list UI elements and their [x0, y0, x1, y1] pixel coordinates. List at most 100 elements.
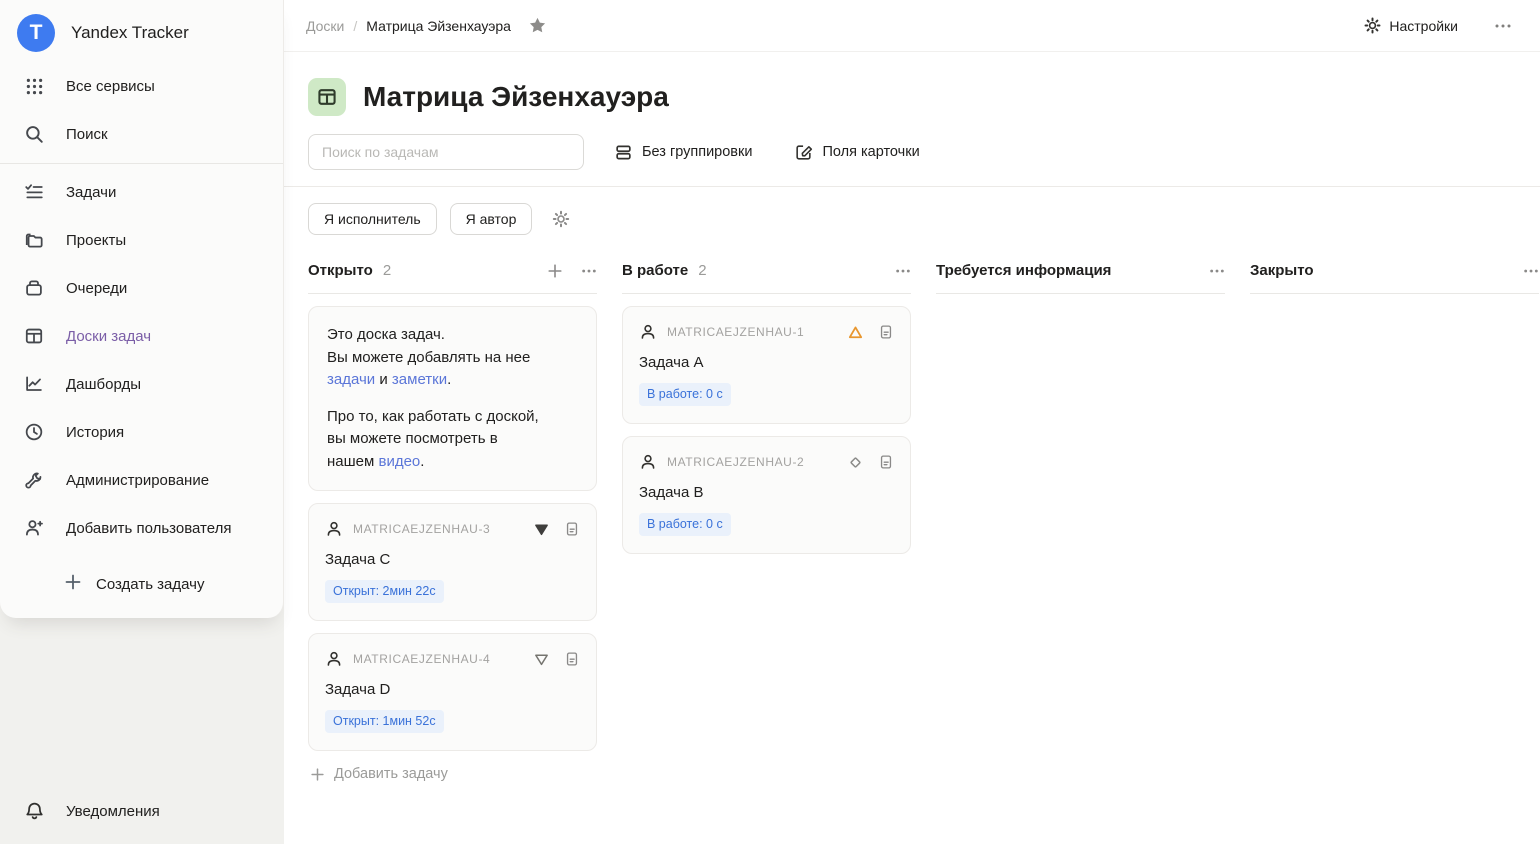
info-line: Про то, как работать с доской,: [327, 406, 578, 429]
toolbar-divider: [284, 186, 1540, 187]
critical-priority-icon: [847, 324, 864, 341]
favorite-star-icon[interactable]: [528, 16, 547, 35]
task-card[interactable]: MATRICAEJZENHAU-4: [308, 633, 597, 751]
sidebar-item-search[interactable]: Поиск: [0, 110, 283, 158]
column-closed: Закрыто: [1250, 262, 1539, 294]
sidebar-item-boards[interactable]: Доски задач: [0, 312, 283, 360]
filters-row: Я исполнитель Я автор: [308, 203, 1516, 235]
grouping-button[interactable]: Без группировки: [614, 143, 752, 162]
more-menu-icon[interactable]: [1494, 17, 1512, 35]
sidebar-panel: T Yandex Tracker Все сервисы: [0, 0, 284, 618]
history-clock-icon: [23, 422, 45, 442]
notifications-button[interactable]: Уведомления: [0, 791, 160, 831]
sidebar-item-administration[interactable]: Администрирование: [0, 456, 283, 504]
projects-icon: [23, 230, 45, 250]
sidebar-item-all-services[interactable]: Все сервисы: [0, 62, 283, 110]
task-title: Задача C: [325, 551, 580, 568]
document-icon: [878, 324, 894, 340]
task-card[interactable]: MATRICAEJZENHAU-3: [308, 503, 597, 621]
sidebar-item-label: Задачи: [66, 184, 116, 201]
task-card[interactable]: MATRICAEJZENHAU-1: [622, 306, 911, 424]
column-title: Требуется информация: [936, 262, 1111, 279]
topbar: Доски / Матрица Эйзенхауэра: [284, 0, 1540, 52]
normal-priority-icon: [847, 454, 864, 471]
grouping-rows-icon: [614, 143, 633, 162]
column-count: 2: [383, 262, 391, 279]
tasks-link[interactable]: задачи: [327, 371, 375, 388]
sidebar-item-add-user[interactable]: Добавить пользователя: [0, 504, 283, 552]
column-open: Открыто 2: [308, 262, 597, 782]
task-title: Задача A: [639, 354, 894, 371]
sidebar: T Yandex Tracker Все сервисы: [0, 0, 284, 844]
document-icon: [564, 521, 580, 537]
search-icon: [23, 124, 45, 144]
bell-icon: [23, 801, 45, 822]
filter-author-chip[interactable]: Я автор: [450, 203, 533, 235]
notifications-label: Уведомления: [66, 803, 160, 820]
dashboards-icon: [23, 374, 45, 394]
assignee-person-icon: [639, 453, 657, 471]
card-fields-label: Поля карточки: [822, 144, 919, 160]
add-task-button[interactable]: Добавить задачу: [308, 766, 597, 782]
filter-settings-gear-icon[interactable]: [552, 210, 570, 228]
add-card-plus-icon[interactable]: [547, 263, 563, 279]
assignee-person-icon: [639, 323, 657, 341]
info-text: и: [375, 371, 392, 388]
status-badge: Открыт: 2мин 22с: [325, 580, 444, 603]
minor-priority-icon: [533, 521, 550, 538]
task-search-input[interactable]: [308, 134, 584, 170]
column-more-icon[interactable]: [1523, 263, 1539, 279]
task-card[interactable]: MATRICAEJZENHAU-2: [622, 436, 911, 554]
topbar-actions: Настройки: [1364, 17, 1512, 35]
breadcrumb-boards-link[interactable]: Доски: [306, 18, 344, 34]
column-more-icon[interactable]: [895, 263, 911, 279]
breadcrumb-current: Матрица Эйзенхауэра: [366, 18, 511, 34]
breadcrumb-separator: /: [353, 18, 357, 34]
info-line: Это доска задач.: [327, 324, 578, 347]
sidebar-item-history[interactable]: История: [0, 408, 283, 456]
task-key: MATRICAEJZENHAU-1: [667, 325, 804, 339]
gear-icon: [1364, 17, 1381, 34]
filter-assignee-chip[interactable]: Я исполнитель: [308, 203, 437, 235]
task-title: Задача D: [325, 681, 580, 698]
grid-icon: [23, 77, 45, 96]
column-header: Открыто 2: [308, 262, 597, 294]
add-task-label: Добавить задачу: [334, 766, 448, 782]
sidebar-item-queues[interactable]: Очереди: [0, 264, 283, 312]
task-key: MATRICAEJZENHAU-3: [353, 522, 490, 536]
queues-icon: [23, 278, 45, 298]
video-link[interactable]: видео: [378, 453, 420, 470]
card-fields-button[interactable]: Поля карточки: [794, 143, 919, 162]
trivial-priority-icon: [533, 651, 550, 668]
board-header: Матрица Эйзенхауэра Без группировки: [284, 52, 1540, 170]
board-columns: Открыто 2: [284, 235, 1540, 844]
document-icon: [878, 454, 894, 470]
column-more-icon[interactable]: [581, 263, 597, 279]
sidebar-item-tasks[interactable]: Задачи: [0, 168, 283, 216]
column-title: Закрыто: [1250, 262, 1314, 279]
column-in-progress: В работе 2: [622, 262, 911, 554]
sidebar-item-label: Очереди: [66, 280, 127, 297]
sidebar-item-label: Проекты: [66, 232, 126, 249]
document-icon: [564, 651, 580, 667]
plus-icon: [310, 767, 325, 782]
page-title: Матрица Эйзенхауэра: [363, 81, 669, 113]
column-more-icon[interactable]: [1209, 263, 1225, 279]
create-task-button[interactable]: Создать задачу: [0, 558, 283, 610]
add-user-icon: [23, 518, 45, 538]
settings-label: Настройки: [1389, 18, 1458, 34]
column-header: Закрыто: [1250, 262, 1539, 294]
info-line: нашем видео.: [327, 451, 578, 474]
sidebar-item-projects[interactable]: Проекты: [0, 216, 283, 264]
sidebar-item-label: Доски задач: [66, 328, 151, 345]
app-logo-row[interactable]: T Yandex Tracker: [0, 0, 283, 62]
status-badge: В работе: 0 с: [639, 383, 731, 406]
tasks-icon: [23, 182, 45, 202]
notes-link[interactable]: заметки: [392, 371, 447, 388]
board-toolbar: Без группировки Поля карточки: [308, 134, 1516, 170]
main-content: Доски / Матрица Эйзенхауэра: [284, 0, 1540, 844]
sidebar-item-label: Все сервисы: [66, 78, 155, 95]
board-settings-button[interactable]: Настройки: [1364, 17, 1458, 34]
board-type-icon: [308, 78, 346, 116]
sidebar-item-dashboards[interactable]: Дашборды: [0, 360, 283, 408]
